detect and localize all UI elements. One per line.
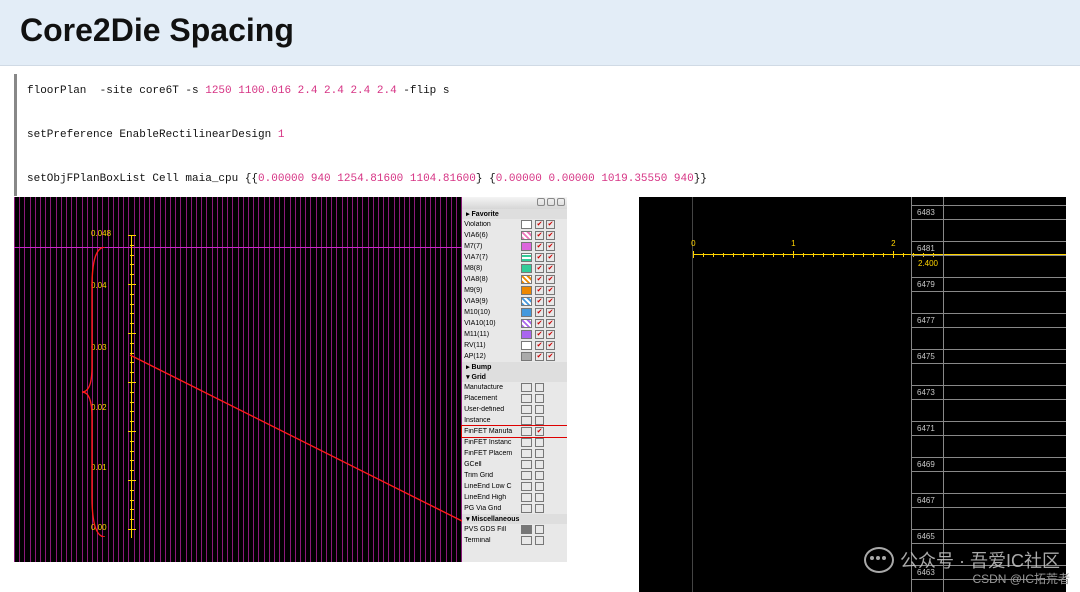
layer-row[interactable]: User-defined [462, 404, 567, 415]
row-label: 6483 [917, 208, 935, 217]
layer-row[interactable]: GCell [462, 459, 567, 470]
row-grid: 6483 6481 6479 6477 6475 6473 6471 6469 6467 6465… [911, 197, 1066, 592]
layer-panel[interactable]: ▸ Favorite Violation✔✔ VIA6(6)✔✔ M7(7)✔✔… [462, 197, 567, 562]
layer-row[interactable]: FinFET Instanc [462, 437, 567, 448]
row-label: 6481 [917, 244, 935, 253]
row-label: 6477 [917, 316, 935, 325]
brace-annotation [80, 247, 110, 537]
row-label: 6473 [917, 388, 935, 397]
vertical-ruler: 0.048 0.04 0.03 0.02 0.01 0.00 [126, 235, 136, 538]
slide-header: Core2Die Spacing [0, 0, 1080, 66]
visualization-row: 0.048 0.04 0.03 0.02 0.01 0.00 ▸ Favorit… [14, 197, 1066, 585]
layer-row[interactable]: LineEnd High [462, 492, 567, 503]
layer-row[interactable]: PG Via Grid [462, 503, 567, 514]
layer-row[interactable]: M11(11)✔✔ [462, 329, 567, 340]
row-label: 6465 [917, 532, 935, 541]
layer-row-selected[interactable]: FinFET Manufa✔ [462, 426, 567, 437]
csdn-watermark: CSDN @IC拓荒者 [972, 570, 1070, 587]
row-label: 6467 [917, 496, 935, 505]
layer-row[interactable]: Manufacture [462, 382, 567, 393]
row-label: 6479 [917, 280, 935, 289]
layer-row[interactable]: M7(7)✔✔ [462, 241, 567, 252]
layer-row[interactable]: Instance [462, 415, 567, 426]
layer-row[interactable]: PVS GDS Fill [462, 524, 567, 535]
row-label: 6475 [917, 352, 935, 361]
layer-row[interactable]: LineEnd Low C [462, 481, 567, 492]
code-block: floorPlan -site core6T -s 1250 1100.016 … [14, 74, 1066, 196]
layer-row[interactable]: AP(12)✔✔ [462, 351, 567, 362]
layer-row[interactable]: VIA10(10)✔✔ [462, 318, 567, 329]
layer-row[interactable]: Violation✔✔ [462, 219, 567, 230]
layer-row[interactable]: VIA6(6)✔✔ [462, 230, 567, 241]
layer-row[interactable]: M9(9)✔✔ [462, 285, 567, 296]
group-bump[interactable]: ▸ Bump [462, 362, 567, 372]
layer-row[interactable]: Placement [462, 393, 567, 404]
layout-canvas[interactable]: 0.048 0.04 0.03 0.02 0.01 0.00 [14, 197, 479, 562]
layout-viewer-right[interactable]: 0 1 2 2.400 6483648164796477647564736471… [639, 197, 1066, 592]
layer-row[interactable]: Trim Grid [462, 470, 567, 481]
layer-row[interactable]: Terminal [462, 535, 567, 546]
layer-panel-toolbar[interactable] [462, 197, 567, 209]
layer-row[interactable]: M8(8)✔✔ [462, 263, 567, 274]
wechat-icon [864, 547, 894, 573]
layer-row[interactable]: VIA8(8)✔✔ [462, 274, 567, 285]
group-favorite[interactable]: ▸ Favorite [462, 209, 567, 219]
row-label: 6471 [917, 424, 935, 433]
layout-viewer-left: 0.048 0.04 0.03 0.02 0.01 0.00 ▸ Favorit… [14, 197, 567, 562]
page-title: Core2Die Spacing [20, 12, 1060, 49]
layer-row[interactable]: FinFET Placem [462, 448, 567, 459]
layer-row[interactable]: VIA7(7)✔✔ [462, 252, 567, 263]
layer-row[interactable]: VIA9(9)✔✔ [462, 296, 567, 307]
layer-row[interactable]: RV(11)✔✔ [462, 340, 567, 351]
group-misc[interactable]: ▾ Miscellaneous [462, 514, 567, 524]
row-label: 6469 [917, 460, 935, 469]
layer-row[interactable]: M10(10)✔✔ [462, 307, 567, 318]
group-grid[interactable]: ▾ Grid [462, 372, 567, 382]
